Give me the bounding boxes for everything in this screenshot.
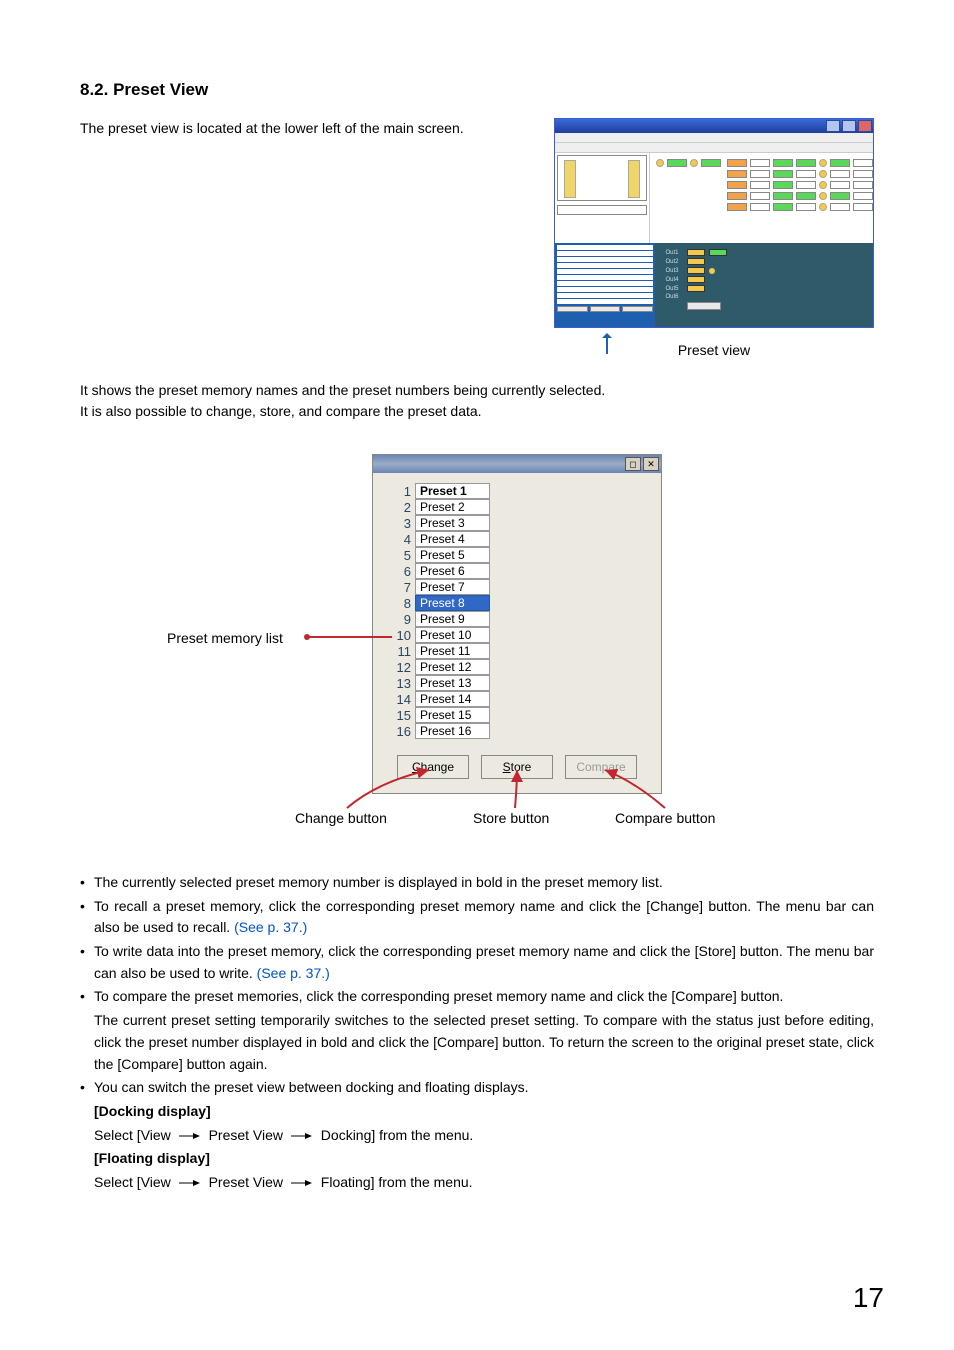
preset-name[interactable]: Preset 2 xyxy=(415,499,490,515)
page-number: 17 xyxy=(853,1282,884,1314)
bullet-5: You can switch the preset view between d… xyxy=(94,1077,874,1099)
preset-number: 12 xyxy=(393,660,411,675)
bullet-dot: • xyxy=(80,986,94,1008)
bullet-list: •The currently selected preset memory nu… xyxy=(80,872,874,1194)
preset-name[interactable]: Preset 7 xyxy=(415,579,490,595)
label-change-button: Change button xyxy=(295,810,387,826)
close-icon[interactable]: ✕ xyxy=(643,457,659,471)
label-preset-memory-list: Preset memory list xyxy=(167,630,283,646)
callout-arrow-preset-view xyxy=(606,334,608,354)
preset-name[interactable]: Preset 4 xyxy=(415,531,490,547)
preset-list-row[interactable]: 13 Preset 13 xyxy=(393,675,647,691)
preset-list-row[interactable]: 11 Preset 11 xyxy=(393,643,647,659)
preset-name[interactable]: Preset 8 xyxy=(415,595,490,611)
docking-instr: Select [View Preset View Docking] from t… xyxy=(94,1125,874,1147)
screenshot-caption: Preset view xyxy=(678,342,750,358)
label-compare-button: Compare button xyxy=(615,810,715,826)
preset-number: 6 xyxy=(393,564,411,579)
link-see-p37-2[interactable]: (See p. 37.) xyxy=(257,965,330,981)
bullet-dot: • xyxy=(80,1077,94,1099)
preset-list-row[interactable]: 7 Preset 7 xyxy=(393,579,647,595)
floating-display-label: [Floating display] xyxy=(94,1150,210,1166)
preset-list-row[interactable]: 1 Preset 1 xyxy=(393,483,647,499)
preset-memory-list[interactable]: 1Preset 12Preset 23Preset 34Preset 45Pre… xyxy=(373,473,661,745)
preset-name[interactable]: Preset 3 xyxy=(415,515,490,531)
desc-line-2: It is also possible to change, store, an… xyxy=(80,401,874,422)
preset-name[interactable]: Preset 15 xyxy=(415,707,490,723)
main-screenshot: Out1 Out2 Out3 Out4 Out5 Out6 xyxy=(554,118,874,328)
store-button[interactable]: Store xyxy=(481,755,553,779)
preset-name[interactable]: Preset 11 xyxy=(415,643,490,659)
preset-list-row[interactable]: 15 Preset 15 xyxy=(393,707,647,723)
preset-number: 10 xyxy=(393,628,411,643)
change-button[interactable]: Change xyxy=(397,755,469,779)
bullet-dot: • xyxy=(80,896,94,939)
preset-name[interactable]: Preset 5 xyxy=(415,547,490,563)
preset-list-row[interactable]: 5 Preset 5 xyxy=(393,547,647,563)
preset-list-row[interactable]: 6 Preset 6 xyxy=(393,563,647,579)
preset-name[interactable]: Preset 12 xyxy=(415,659,490,675)
preset-list-row[interactable]: 16 Preset 16 xyxy=(393,723,647,739)
preset-number: 14 xyxy=(393,692,411,707)
desc-line-1: It shows the preset memory names and the… xyxy=(80,380,874,401)
link-see-p37-1[interactable]: (See p. 37.) xyxy=(234,919,307,935)
bullet-2: To recall a preset memory, click the cor… xyxy=(94,896,874,939)
preset-list-row[interactable]: 4 Preset 4 xyxy=(393,531,647,547)
preset-number: 8 xyxy=(393,596,411,611)
preset-name[interactable]: Preset 9 xyxy=(415,611,490,627)
bullet-3: To write data into the preset memory, cl… xyxy=(94,941,874,984)
preset-number: 2 xyxy=(393,500,411,515)
preset-number: 4 xyxy=(393,532,411,547)
arrow-right-icon xyxy=(179,1179,201,1187)
intro-text: The preset view is located at the lower … xyxy=(80,118,538,139)
preset-number: 3 xyxy=(393,516,411,531)
preset-number: 1 xyxy=(393,484,411,499)
dock-icon[interactable]: ◻ xyxy=(625,457,641,471)
bullet-4: To compare the preset memories, click th… xyxy=(94,986,874,1008)
preset-number: 13 xyxy=(393,676,411,691)
preset-list-row[interactable]: 8 Preset 8 xyxy=(393,595,647,611)
bullet-4-cont: The current preset setting temporarily s… xyxy=(94,1010,874,1075)
bullet-dot: • xyxy=(80,941,94,984)
preset-name[interactable]: Preset 1 xyxy=(415,483,490,499)
preset-number: 11 xyxy=(393,644,411,659)
preset-name[interactable]: Preset 6 xyxy=(415,563,490,579)
arrow-right-icon xyxy=(291,1179,313,1187)
preset-number: 9 xyxy=(393,612,411,627)
preset-list-row[interactable]: 14 Preset 14 xyxy=(393,691,647,707)
docking-display-label: [Docking display] xyxy=(94,1103,211,1119)
arrow-right-icon xyxy=(179,1132,201,1140)
section-heading: 8.2. Preset View xyxy=(80,80,874,100)
preset-name[interactable]: Preset 13 xyxy=(415,675,490,691)
preset-list-row[interactable]: 2 Preset 2 xyxy=(393,499,647,515)
preset-window: ◻ ✕ 1Preset 12Preset 23Preset 34Preset 4… xyxy=(372,454,662,794)
preset-name[interactable]: Preset 16 xyxy=(415,723,490,739)
label-store-button: Store button xyxy=(473,810,549,826)
floating-instr: Select [View Preset View Floating] from … xyxy=(94,1172,874,1194)
preset-list-row[interactable]: 10 Preset 10 xyxy=(393,627,647,643)
bullet-dot: • xyxy=(80,872,94,894)
preset-number: 7 xyxy=(393,580,411,595)
preset-number: 5 xyxy=(393,548,411,563)
compare-button[interactable]: Compare xyxy=(565,755,637,779)
bullet-1: The currently selected preset memory num… xyxy=(94,872,874,894)
preset-list-row[interactable]: 3 Preset 3 xyxy=(393,515,647,531)
preset-name[interactable]: Preset 14 xyxy=(415,691,490,707)
preset-name[interactable]: Preset 10 xyxy=(415,627,490,643)
preset-window-titlebar: ◻ ✕ xyxy=(373,455,661,473)
preset-number: 16 xyxy=(393,724,411,739)
preset-list-row[interactable]: 9 Preset 9 xyxy=(393,611,647,627)
preset-list-row[interactable]: 12 Preset 12 xyxy=(393,659,647,675)
preset-number: 15 xyxy=(393,708,411,723)
arrow-right-icon xyxy=(291,1132,313,1140)
